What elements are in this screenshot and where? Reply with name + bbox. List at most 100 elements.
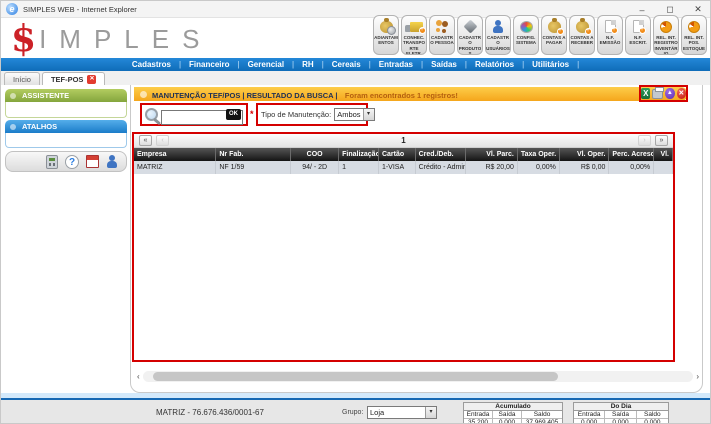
acumulado-header-saldo: Saldo (522, 411, 562, 419)
menu-item-cereais[interactable]: Cereais (328, 60, 375, 69)
close-panel-icon[interactable] (677, 88, 686, 99)
column-header-empresa[interactable]: Empresa (134, 148, 216, 161)
pagination-last-button[interactable]: » (655, 135, 668, 146)
menu-item-gerencial[interactable]: Gerencial (244, 60, 299, 69)
moneybag-coins-icon (380, 21, 393, 33)
toolbar-button-contas-a-receber[interactable]: CONTAS A RECEBER (569, 15, 595, 55)
pie-chart-icon (660, 21, 672, 33)
cell-cred-deb: Crédito - Admin (415, 161, 466, 174)
sidebar-section-atalhos[interactable]: ATALHOS (5, 120, 127, 133)
moneybag-plus-icon (548, 21, 561, 33)
do-dia-value-saida: 0.000 (605, 419, 636, 424)
toolbar-button-contas-a-pagar[interactable]: CONTAS A PAGAR (541, 15, 567, 55)
column-header-perc-acresc[interactable]: Perc. Acresc. (609, 148, 654, 161)
window-title: SIMPLES WEB - Internet Explorer (23, 5, 137, 14)
menu-item-utilitarios[interactable]: Utilitários (528, 60, 583, 69)
minimize-button[interactable]: – (636, 5, 648, 15)
toolbar-button-label: N.F. ESCRIT. (626, 35, 650, 46)
close-button[interactable]: ✕ (692, 4, 704, 15)
acumulado-table: Acumulado Entrada Saída Saldo 35.200 0.0… (463, 402, 563, 424)
toolbar-button-label: CADASTRO USUÁRIOS (486, 35, 510, 51)
chevron-down-icon[interactable] (363, 109, 374, 120)
cell-finalizacao: 1 (339, 161, 379, 174)
toolbar-button-rel-pos-estoque[interactable]: REL. INT. POS. ESTOQUE (681, 15, 707, 55)
menu-item-financeiro[interactable]: Financeiro (185, 60, 244, 69)
toolbar-button-cadastro-usuarios[interactable]: CADASTRO USUÁRIOS (485, 15, 511, 55)
search-ok-button[interactable]: OK (226, 109, 241, 120)
do-dia-value-entrada: 0.000 (574, 419, 605, 424)
menu-item-saidas[interactable]: Saídas (427, 60, 471, 69)
atalhos-panel (5, 133, 127, 148)
toolbar-button-nf-escrit[interactable]: N.F. ESCRIT. (625, 15, 651, 55)
scrollbar-track[interactable] (143, 371, 694, 382)
tipo-manutencao-label: Tipo de Manutenção: (261, 110, 331, 119)
tab-tef-pos[interactable]: TEF-POS ✕ (42, 72, 106, 85)
column-header-vl[interactable]: Vl. (654, 148, 673, 161)
tab-inicio[interactable]: Início (4, 72, 40, 85)
internet-explorer-icon (6, 3, 18, 15)
toolbar-button-adiantamentos[interactable]: ADIANTAMENTOS (373, 15, 399, 55)
column-header-taxa-oper[interactable]: Taxa Oper. (517, 148, 559, 161)
menu-item-cadastros[interactable]: Cadastros (128, 60, 185, 69)
toolbar-button-config-sistema[interactable]: CONFIG. SISTEMA (513, 15, 539, 55)
cell-perc-acresc: 0,00% (609, 161, 654, 174)
collapse-up-icon[interactable] (665, 88, 674, 99)
menu-item-rh[interactable]: RH (298, 60, 328, 69)
tab-label: Início (13, 75, 31, 84)
tipo-manutencao-select[interactable]: Ambos (334, 108, 374, 121)
table-row[interactable]: MATRIZ NF 1/59 94/ - 2D 1 1-VISA Crédito… (134, 161, 673, 174)
toolbar-button-label: CADASTRO PRODUTOS (458, 35, 482, 55)
toolbar-button-cadastro-pessoa[interactable]: CADASTRO PESSOA (429, 15, 455, 55)
cell-vl-parc: R$ 20,00 (466, 161, 518, 174)
company-identifier: MATRIZ - 76.676.436/0001-67 (156, 408, 264, 417)
grupo-label: Grupo: (342, 409, 363, 416)
column-header-vl-parc[interactable]: Vl. Parc. (466, 148, 518, 161)
column-header-vl-oper[interactable]: Vl. Oper. (559, 148, 609, 161)
tab-bar: Início TEF-POS ✕ (1, 71, 710, 85)
toolbar-button-cadastro-produtos[interactable]: CADASTRO PRODUTOS (457, 15, 483, 55)
scroll-right-icon[interactable]: › (696, 370, 699, 383)
column-header-nr-fab[interactable]: Nr Fab. (216, 148, 291, 161)
horizontal-scrollbar: ‹ › (137, 370, 699, 383)
scroll-left-icon[interactable]: ‹ (137, 370, 140, 383)
printer-icon[interactable] (652, 89, 663, 99)
excel-export-icon[interactable] (641, 88, 650, 99)
pagination-prev-button[interactable]: ‹ (156, 135, 169, 146)
pagination-next-button[interactable]: › (638, 135, 651, 146)
annotation-box-grid: « ‹ 1 › » Empresa Nr Fab. COO Finalizaçã… (132, 132, 675, 362)
toolbar-button-conhec-transporte[interactable]: CONHEC. TRANSPORTE ELETR. (401, 15, 427, 55)
sidebar-section-assistente[interactable]: ASSISTENTE (5, 89, 127, 102)
people-icon (435, 20, 449, 33)
user-icon (492, 20, 504, 33)
do-dia-header-saida: Saída (605, 411, 636, 419)
calendar-icon[interactable] (86, 155, 99, 168)
user-profile-icon[interactable] (106, 155, 118, 168)
acumulado-value-entrada: 35.200 (464, 419, 493, 424)
toolbar-button-rel-registro-inventario[interactable]: REL. INT. REGISTRO INVENTÁRIO (653, 15, 679, 55)
column-header-coo[interactable]: COO (291, 148, 339, 161)
toolbar-button-label: ADIANTAMENTOS (374, 35, 398, 46)
help-icon[interactable] (65, 155, 79, 169)
column-header-cartao[interactable]: Cartão (378, 148, 415, 161)
grupo-select[interactable]: Loja (367, 406, 437, 419)
calculator-icon[interactable] (46, 155, 58, 169)
do-dia-header-saldo: Saldo (637, 411, 668, 419)
toolbar-button-nf-emissao[interactable]: N.F. EMISSÃO (597, 15, 623, 55)
menu-item-relatorios[interactable]: Relatórios (471, 60, 528, 69)
chevron-down-icon[interactable] (425, 407, 436, 418)
do-dia-value-saldo: 0.000 (637, 419, 668, 424)
column-header-finalizacao[interactable]: Finalização (339, 148, 379, 161)
acumulado-header-entrada: Entrada (464, 411, 493, 419)
do-dia-title: Do Dia (574, 403, 668, 411)
menu-item-entradas[interactable]: Entradas (375, 60, 427, 69)
tab-close-icon[interactable]: ✕ (87, 75, 96, 84)
maximize-button[interactable]: ◻ (664, 4, 676, 15)
toolbar-button-label: REL. INT. REGISTRO INVENTÁRIO (654, 35, 678, 55)
document-plus-icon (605, 20, 616, 33)
column-header-cred-deb[interactable]: Cred./Deb. (415, 148, 466, 161)
moneybag-plus-icon (576, 21, 589, 33)
toolbar-button-label: REL. INT. POS. ESTOQUE (682, 35, 706, 51)
scrollbar-thumb[interactable] (153, 372, 558, 381)
pagination-first-button[interactable]: « (139, 135, 152, 146)
cell-coo: 94/ - 2D (291, 161, 339, 174)
